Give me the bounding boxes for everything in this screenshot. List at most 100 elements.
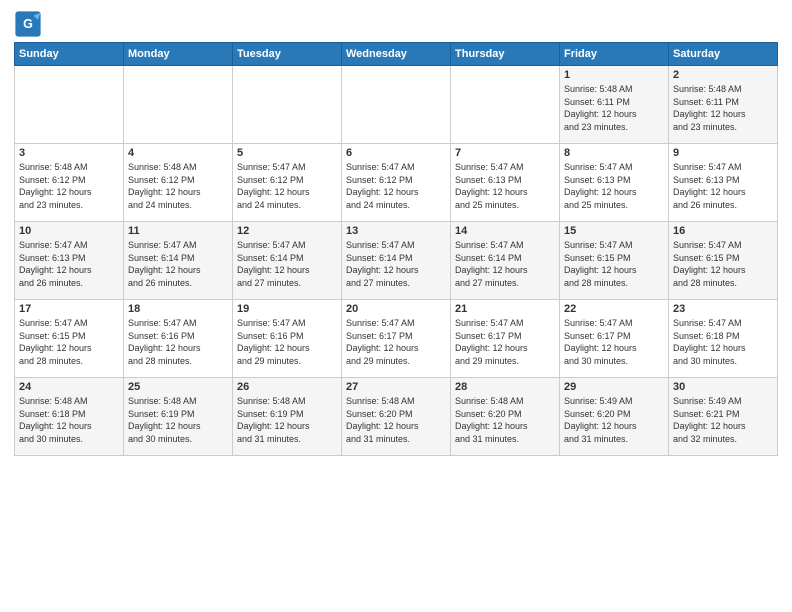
day-info: Sunrise: 5:47 AM Sunset: 6:16 PM Dayligh… (128, 317, 228, 367)
header-sunday: Sunday (15, 43, 124, 66)
week-row-3: 10 Sunrise: 5:47 AM Sunset: 6:13 PM Dayli… (15, 222, 778, 300)
day-info: Sunrise: 5:47 AM Sunset: 6:17 PM Dayligh… (346, 317, 446, 367)
day-number: 9 (673, 147, 773, 159)
day-number: 3 (19, 147, 119, 159)
week-row-5: 24 Sunrise: 5:48 AM Sunset: 6:18 PM Dayli… (15, 378, 778, 456)
day-number: 19 (237, 303, 337, 315)
day-info: Sunrise: 5:48 AM Sunset: 6:19 PM Dayligh… (128, 395, 228, 445)
day-info: Sunrise: 5:47 AM Sunset: 6:13 PM Dayligh… (564, 161, 664, 211)
day-cell: 8 Sunrise: 5:47 AM Sunset: 6:13 PM Daylig… (560, 144, 669, 222)
day-cell (124, 66, 233, 144)
day-number: 12 (237, 225, 337, 237)
day-info: Sunrise: 5:47 AM Sunset: 6:14 PM Dayligh… (237, 239, 337, 289)
day-cell: 29 Sunrise: 5:49 AM Sunset: 6:20 PM Dayli… (560, 378, 669, 456)
day-number: 7 (455, 147, 555, 159)
day-number: 6 (346, 147, 446, 159)
day-info: Sunrise: 5:47 AM Sunset: 6:17 PM Dayligh… (564, 317, 664, 367)
day-info: Sunrise: 5:47 AM Sunset: 6:12 PM Dayligh… (346, 161, 446, 211)
header-wednesday: Wednesday (342, 43, 451, 66)
day-number: 2 (673, 69, 773, 81)
day-cell: 17 Sunrise: 5:47 AM Sunset: 6:15 PM Dayli… (15, 300, 124, 378)
day-number: 28 (455, 381, 555, 393)
week-row-4: 17 Sunrise: 5:47 AM Sunset: 6:15 PM Dayli… (15, 300, 778, 378)
day-cell: 28 Sunrise: 5:48 AM Sunset: 6:20 PM Dayli… (451, 378, 560, 456)
header-saturday: Saturday (669, 43, 778, 66)
logo-icon: G (14, 10, 42, 38)
day-cell: 20 Sunrise: 5:47 AM Sunset: 6:17 PM Dayli… (342, 300, 451, 378)
day-number: 10 (19, 225, 119, 237)
day-cell: 18 Sunrise: 5:47 AM Sunset: 6:16 PM Dayli… (124, 300, 233, 378)
day-number: 11 (128, 225, 228, 237)
day-info: Sunrise: 5:48 AM Sunset: 6:18 PM Dayligh… (19, 395, 119, 445)
day-number: 13 (346, 225, 446, 237)
day-info: Sunrise: 5:47 AM Sunset: 6:13 PM Dayligh… (673, 161, 773, 211)
day-cell: 22 Sunrise: 5:47 AM Sunset: 6:17 PM Dayli… (560, 300, 669, 378)
day-info: Sunrise: 5:49 AM Sunset: 6:20 PM Dayligh… (564, 395, 664, 445)
day-info: Sunrise: 5:47 AM Sunset: 6:15 PM Dayligh… (19, 317, 119, 367)
svg-text:G: G (23, 17, 33, 31)
day-number: 20 (346, 303, 446, 315)
header-friday: Friday (560, 43, 669, 66)
day-number: 1 (564, 69, 664, 81)
day-info: Sunrise: 5:48 AM Sunset: 6:12 PM Dayligh… (19, 161, 119, 211)
day-cell: 27 Sunrise: 5:48 AM Sunset: 6:20 PM Dayli… (342, 378, 451, 456)
day-number: 30 (673, 381, 773, 393)
day-info: Sunrise: 5:47 AM Sunset: 6:14 PM Dayligh… (455, 239, 555, 289)
day-cell: 21 Sunrise: 5:47 AM Sunset: 6:17 PM Dayli… (451, 300, 560, 378)
day-number: 24 (19, 381, 119, 393)
day-cell: 15Sunrise: 5:47 AM Sunset: 6:15 PM Dayli… (560, 222, 669, 300)
day-info: Sunrise: 5:47 AM Sunset: 6:12 PM Dayligh… (237, 161, 337, 211)
day-number: 14 (455, 225, 555, 237)
day-info: Sunrise: 5:48 AM Sunset: 6:19 PM Dayligh… (237, 395, 337, 445)
day-number: 26 (237, 381, 337, 393)
day-number: 29 (564, 381, 664, 393)
day-number: 18 (128, 303, 228, 315)
day-number: 4 (128, 147, 228, 159)
day-number: 27 (346, 381, 446, 393)
header-thursday: Thursday (451, 43, 560, 66)
day-cell: 19 Sunrise: 5:47 AM Sunset: 6:16 PM Dayli… (233, 300, 342, 378)
day-info: Sunrise: 5:48 AM Sunset: 6:20 PM Dayligh… (346, 395, 446, 445)
logo: G (14, 10, 46, 38)
day-cell: 6 Sunrise: 5:47 AM Sunset: 6:12 PM Daylig… (342, 144, 451, 222)
day-number: 17 (19, 303, 119, 315)
day-number: 8 (564, 147, 664, 159)
day-info: Sunrise: 5:48 AM Sunset: 6:11 PM Dayligh… (673, 83, 773, 133)
day-cell: 12 Sunrise: 5:47 AM Sunset: 6:14 PM Dayli… (233, 222, 342, 300)
day-cell: 5 Sunrise: 5:47 AM Sunset: 6:12 PM Daylig… (233, 144, 342, 222)
week-row-1: 1 Sunrise: 5:48 AM Sunset: 6:11 PM Daylig… (15, 66, 778, 144)
day-cell: 13 Sunrise: 5:47 AM Sunset: 6:14 PM Dayli… (342, 222, 451, 300)
day-cell: 9 Sunrise: 5:47 AM Sunset: 6:13 PM Daylig… (669, 144, 778, 222)
day-number: 21 (455, 303, 555, 315)
day-info: Sunrise: 5:47 AM Sunset: 6:14 PM Dayligh… (346, 239, 446, 289)
day-info: Sunrise: 5:47 AM Sunset: 6:17 PM Dayligh… (455, 317, 555, 367)
day-info: Sunrise: 5:47 AM Sunset: 6:14 PM Dayligh… (128, 239, 228, 289)
day-cell (15, 66, 124, 144)
day-cell: 11 Sunrise: 5:47 AM Sunset: 6:14 PM Dayli… (124, 222, 233, 300)
header-monday: Monday (124, 43, 233, 66)
day-cell: 25Sunrise: 5:48 AM Sunset: 6:19 PM Dayli… (124, 378, 233, 456)
day-number: 5 (237, 147, 337, 159)
day-info: Sunrise: 5:48 AM Sunset: 6:20 PM Dayligh… (455, 395, 555, 445)
day-info: Sunrise: 5:47 AM Sunset: 6:15 PM Dayligh… (673, 239, 773, 289)
calendar-header-row: SundayMondayTuesdayWednesdayThursdayFrid… (15, 43, 778, 66)
day-cell: 7Sunrise: 5:47 AM Sunset: 6:13 PM Daylig… (451, 144, 560, 222)
day-number: 22 (564, 303, 664, 315)
day-cell (233, 66, 342, 144)
header-tuesday: Tuesday (233, 43, 342, 66)
day-cell: 26 Sunrise: 5:48 AM Sunset: 6:19 PM Dayli… (233, 378, 342, 456)
day-cell (342, 66, 451, 144)
day-info: Sunrise: 5:47 AM Sunset: 6:16 PM Dayligh… (237, 317, 337, 367)
day-number: 23 (673, 303, 773, 315)
day-cell: 23Sunrise: 5:47 AM Sunset: 6:18 PM Dayli… (669, 300, 778, 378)
day-cell (451, 66, 560, 144)
day-cell: 10 Sunrise: 5:47 AM Sunset: 6:13 PM Dayli… (15, 222, 124, 300)
day-cell: 16Sunrise: 5:47 AM Sunset: 6:15 PM Dayli… (669, 222, 778, 300)
day-info: Sunrise: 5:48 AM Sunset: 6:11 PM Dayligh… (564, 83, 664, 133)
calendar-table: SundayMondayTuesdayWednesdayThursdayFrid… (14, 42, 778, 456)
day-info: Sunrise: 5:49 AM Sunset: 6:21 PM Dayligh… (673, 395, 773, 445)
day-cell: 4 Sunrise: 5:48 AM Sunset: 6:12 PM Daylig… (124, 144, 233, 222)
day-info: Sunrise: 5:47 AM Sunset: 6:13 PM Dayligh… (19, 239, 119, 289)
page-container: G SundayMondayTuesdayWednesdayThursdayFr… (0, 0, 792, 462)
day-info: Sunrise: 5:48 AM Sunset: 6:12 PM Dayligh… (128, 161, 228, 211)
